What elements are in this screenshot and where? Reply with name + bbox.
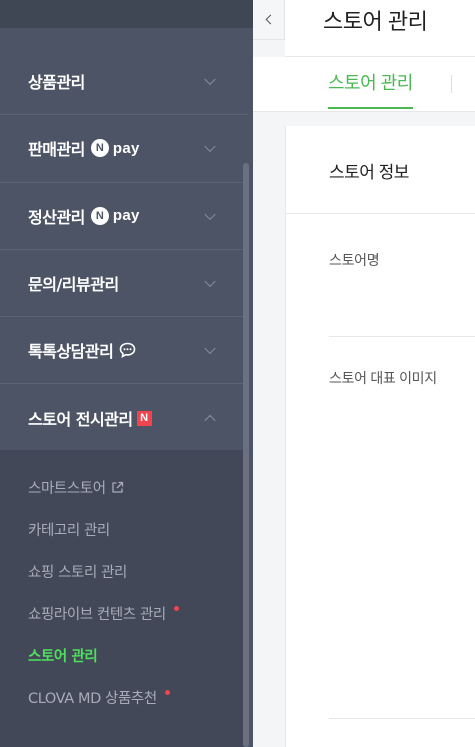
submenu-item-label: 쇼핑 스토리 관리	[28, 564, 127, 581]
new-badge: N	[136, 410, 152, 426]
submenu-item-category[interactable]: 카테고리 관리	[0, 508, 248, 550]
chevron-down-icon	[204, 208, 216, 220]
sidebar-item-sales[interactable]: 판매관리 N pay	[0, 115, 248, 183]
tab-divider	[451, 75, 452, 93]
submenu-item-label: 카테고리 관리	[28, 522, 110, 539]
submenu-item-smartstore[interactable]: 스마트스토어	[0, 466, 248, 508]
sidebar-item-store-display[interactable]: 스토어 전시관리 N	[0, 384, 248, 451]
submenu-item-shopping-live[interactable]: 쇼핑라이브 컨텐츠 관리	[0, 592, 248, 634]
main-content: 스토어 관리 스토어 관리 스토어 정보 스토어명 스토어 대표 이미지	[253, 0, 475, 747]
tab-bar: 스토어 관리	[253, 57, 475, 112]
sidebar-item-settlement[interactable]: 정산관리 N pay	[0, 183, 248, 250]
store-name-label: 스토어명	[329, 252, 380, 268]
card-title: 스토어 정보	[329, 163, 409, 182]
field-divider	[329, 718, 475, 719]
sidebar-item-product[interactable]: 상품관리	[0, 48, 248, 116]
sidebar-collapse-button[interactable]	[253, 0, 285, 40]
sidebar-item-label: 판매관리	[28, 140, 85, 160]
card-divider	[286, 213, 475, 214]
submenu-item-label: 스토어 관리	[28, 648, 98, 665]
npay-text: pay	[112, 139, 140, 157]
sidebar-menu: 상품관리 판매관리 N pay 정산관리 N pay 문의/리뷰관리 톡톡상담관…	[0, 48, 248, 452]
store-display-submenu: 스마트스토어 카테고리 관리 쇼핑 스토리 관리 쇼핑라이브 컨텐츠 관리 스토…	[0, 450, 248, 747]
tab-store-manage[interactable]: 스토어 관리	[328, 69, 413, 109]
sidebar-top-bar	[0, 0, 253, 28]
external-link-icon	[111, 481, 123, 493]
submenu-item-store-manage[interactable]: 스토어 관리	[0, 634, 248, 676]
new-dot-indicator	[173, 605, 179, 611]
npay-n-icon: N	[90, 206, 109, 225]
new-dot-indicator	[164, 689, 170, 695]
npay-logo: N pay	[90, 139, 140, 158]
npay-text: pay	[112, 207, 140, 225]
sidebar-item-inquiry-review[interactable]: 문의/리뷰관리	[0, 250, 248, 318]
sidebar-item-label: 정산관리	[28, 207, 85, 227]
chat-bubble-icon	[120, 343, 136, 359]
sidebar-item-talktalk[interactable]: 톡톡상담관리	[0, 317, 248, 385]
chevron-up-icon	[204, 414, 216, 427]
chevron-down-icon	[204, 275, 216, 288]
sidebar: 상품관리 판매관리 N pay 정산관리 N pay 문의/리뷰관리 톡톡상담관…	[0, 0, 253, 747]
store-info-card: 스토어 정보 스토어명 스토어 대표 이미지	[285, 126, 475, 747]
chevron-down-icon	[204, 73, 216, 86]
sidebar-item-label: 톡톡상담관리	[28, 342, 114, 362]
npay-n-icon: N	[90, 139, 109, 158]
sidebar-item-label: 상품관리	[28, 73, 85, 93]
sidebar-item-label: 문의/리뷰관리	[28, 275, 119, 295]
page-title: 스토어 관리	[323, 9, 428, 34]
chevron-down-icon	[204, 343, 216, 355]
chevron-down-icon	[204, 141, 216, 153]
store-image-label: 스토어 대표 이미지	[329, 370, 437, 386]
submenu-item-clova-md[interactable]: CLOVA MD 상품추천	[0, 676, 248, 718]
submenu-item-label: CLOVA MD 상품추천	[28, 690, 157, 707]
submenu-item-label: 쇼핑라이브 컨텐츠 관리	[28, 606, 166, 623]
submenu-item-shopping-story[interactable]: 쇼핑 스토리 관리	[0, 550, 248, 592]
sidebar-item-label: 스토어 전시관리	[28, 410, 133, 430]
sidebar-scrollbar[interactable]	[243, 163, 249, 747]
submenu-item-label: 스마트스토어	[28, 480, 106, 497]
chevron-left-icon	[265, 14, 275, 25]
field-divider	[329, 336, 475, 337]
npay-logo: N pay	[90, 206, 140, 225]
page-header: 스토어 관리	[285, 0, 475, 57]
